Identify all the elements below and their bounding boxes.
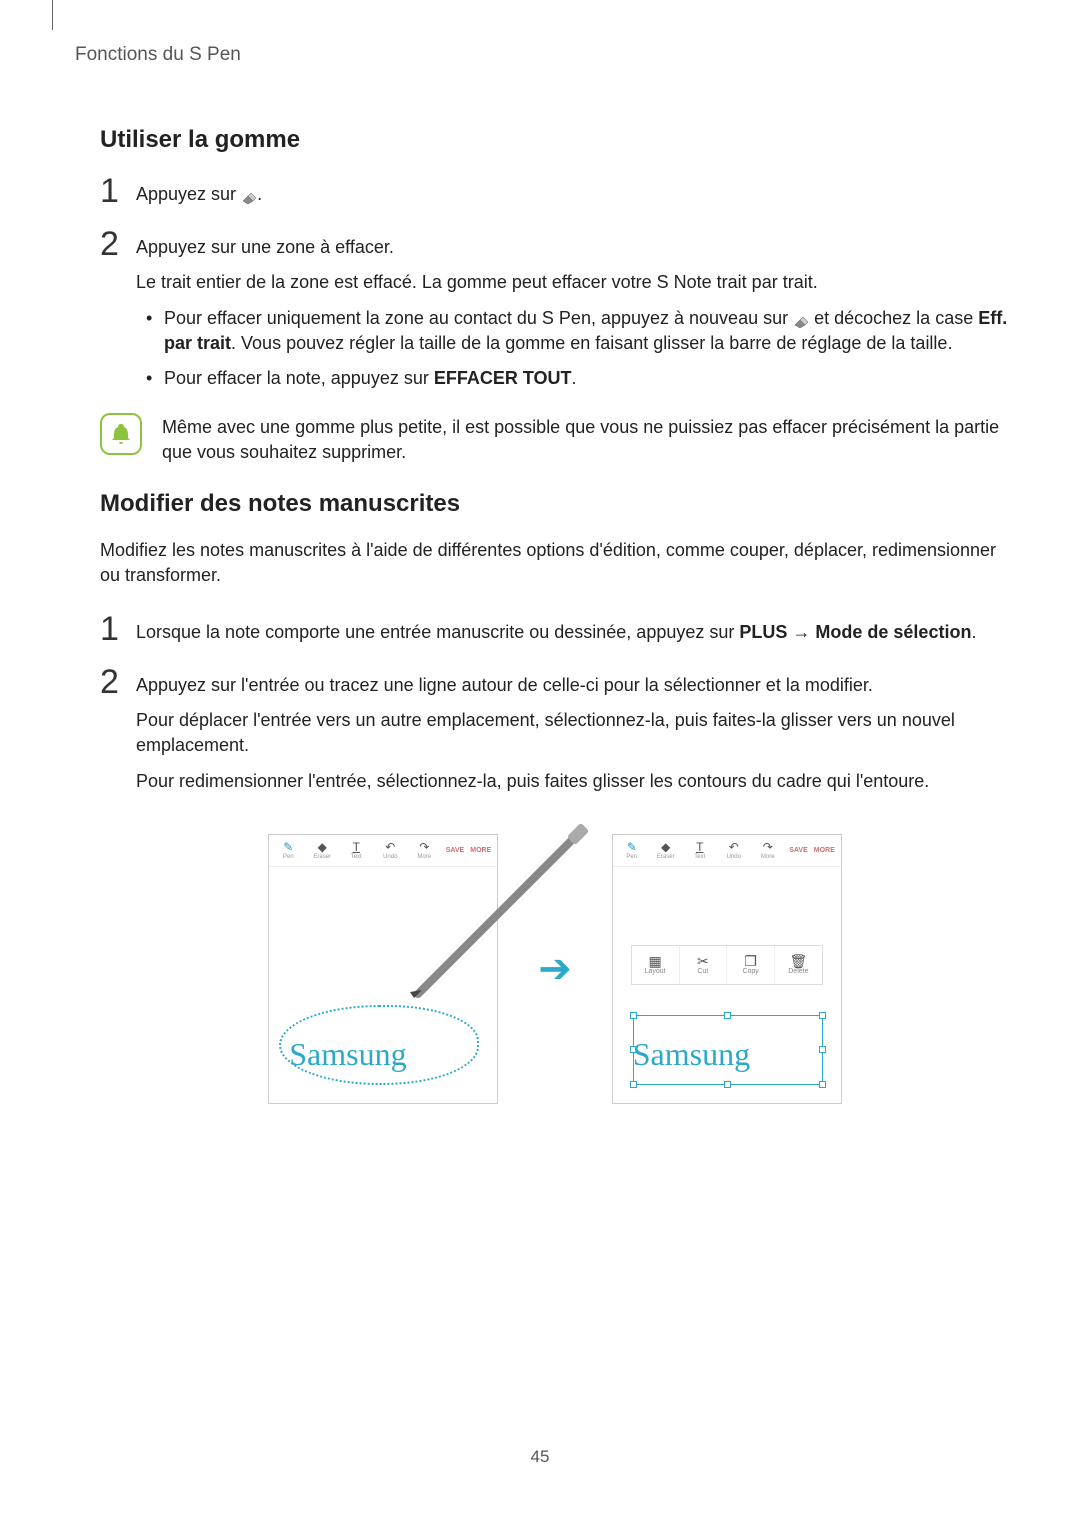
handwriting-sample: Samsung [289, 1036, 406, 1073]
figure-toolbar: ✎Pen ◆Eraser TText ↶Undo ↷More SAVE MORE [613, 835, 841, 867]
text: . Vous pouvez régler la taille de la gom… [231, 333, 952, 353]
ctx-delete[interactable]: 🗑Delete [775, 946, 822, 984]
section2-intro: Modifiez les notes manuscrites à l'aide … [100, 538, 1010, 588]
text: Pour effacer uniquement la zone au conta… [164, 308, 793, 328]
toolbar-more[interactable]: ↷More [755, 840, 781, 860]
toolbar-pen[interactable]: ✎Pen [619, 840, 645, 860]
toolbar-undo[interactable]: ↶Undo [377, 840, 403, 860]
step1-text: Lorsque la note comporte une entrée manu… [136, 620, 1010, 645]
section-title-eraser: Utiliser la gomme [100, 126, 1010, 154]
text: . [257, 184, 262, 204]
note-text: Même avec une gomme plus petite, il est … [162, 413, 1010, 465]
bullet-item: Pour effacer la note, appuyez sur EFFACE… [164, 366, 1010, 391]
page-header: Fonctions du S Pen [75, 40, 1010, 66]
toolbar-save[interactable]: SAVE [446, 847, 465, 854]
toolbar-text[interactable]: TText [343, 840, 369, 860]
toolbar-more-btn[interactable]: MORE [814, 847, 835, 854]
text: . [572, 368, 577, 388]
figure-row: ✎Pen ◆Eraser TText ↶Undo ↷More SAVE MORE… [100, 834, 1010, 1104]
toolbar-eraser[interactable]: ◆Eraser [309, 840, 335, 860]
eraser-icon [241, 187, 257, 203]
bold-label: EFFACER TOUT [434, 368, 572, 388]
text: Lorsque la note comporte une entrée manu… [136, 622, 739, 642]
toolbar-more-btn[interactable]: MORE [470, 847, 491, 854]
ctx-cut[interactable]: ✂Cut [680, 946, 728, 984]
toolbar-pen[interactable]: ✎Pen [275, 840, 301, 860]
figure-toolbar: ✎Pen ◆Eraser TText ↶Undo ↷More SAVE MORE [269, 835, 497, 867]
eraser-icon [793, 311, 809, 327]
toolbar-eraser[interactable]: ◆Eraser [653, 840, 679, 860]
toolbar-save[interactable]: SAVE [789, 847, 808, 854]
transition-arrow-icon: ➔ [538, 946, 572, 992]
step1-text: Appuyez sur . [136, 182, 1010, 207]
toolbar-text[interactable]: TText [687, 840, 713, 860]
text: . [971, 622, 976, 642]
bold-label: PLUS [739, 622, 787, 642]
step-number: 2 [100, 665, 136, 699]
ctx-copy[interactable]: ❐Copy [727, 946, 775, 984]
section-title-modify: Modifier des notes manuscrites [100, 490, 1010, 518]
bold-label: Mode de sélection [815, 622, 971, 642]
ctx-layout[interactable]: ▦Layout [632, 946, 680, 984]
toolbar-more[interactable]: ↷More [411, 840, 437, 860]
figure-panel-left: ✎Pen ◆Eraser TText ↶Undo ↷More SAVE MORE… [268, 834, 498, 1104]
note-bell-icon [100, 413, 142, 455]
step2-line1: Appuyez sur l'entrée ou tracez une ligne… [136, 673, 1010, 698]
step2-line2: Pour déplacer l'entrée vers un autre emp… [136, 708, 1010, 758]
text: et décochez la case [809, 308, 978, 328]
step-number: 1 [100, 174, 136, 208]
step-number: 2 [100, 227, 136, 261]
page-number: 45 [0, 1447, 1080, 1467]
toolbar-undo[interactable]: ↶Undo [721, 840, 747, 860]
figure-panel-right: ✎Pen ◆Eraser TText ↶Undo ↷More SAVE MORE… [612, 834, 842, 1104]
context-toolbar: ▦Layout ✂Cut ❐Copy 🗑Delete [631, 945, 823, 985]
handwriting-sample: Samsung [633, 1036, 750, 1073]
step2-line1: Appuyez sur une zone à effacer. [136, 235, 1010, 260]
step-number: 1 [100, 612, 136, 646]
step2-line2: Le trait entier de la zone est effacé. L… [136, 270, 1010, 295]
text: Pour effacer la note, appuyez sur [164, 368, 434, 388]
arrow-text: → [787, 622, 815, 642]
text: Appuyez sur [136, 184, 241, 204]
step2-line3: Pour redimensionner l'entrée, sélectionn… [136, 769, 1010, 794]
bullet-item: Pour effacer uniquement la zone au conta… [164, 306, 1010, 356]
